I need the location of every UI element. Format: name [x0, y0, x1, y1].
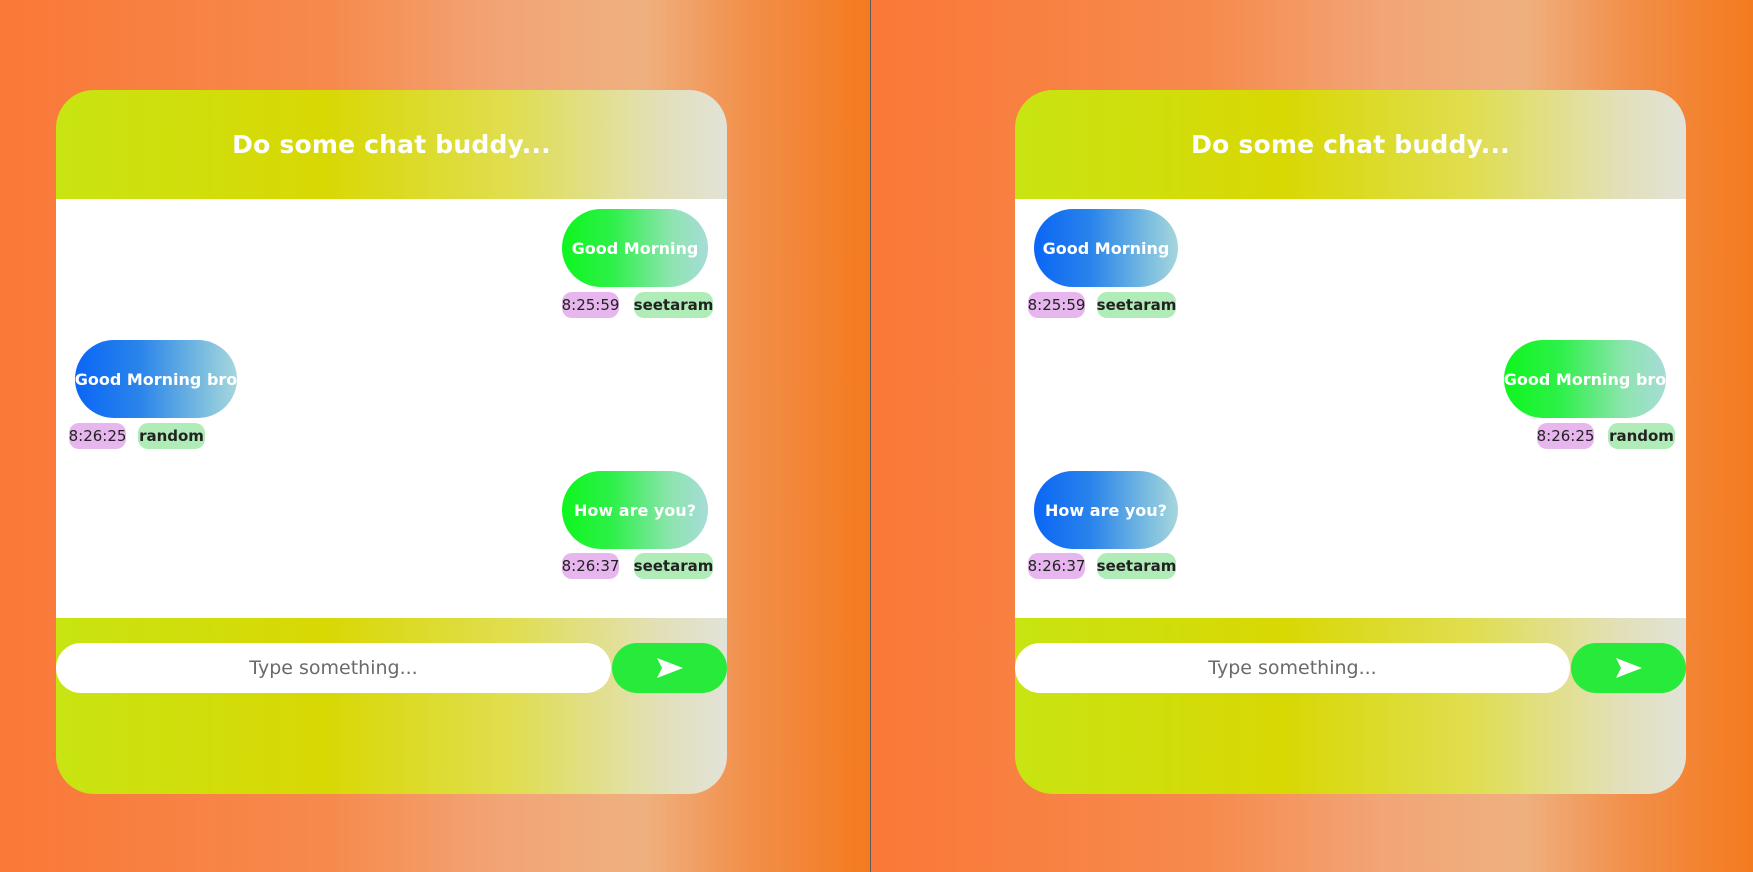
message-bubble-received: Good Morning [1034, 209, 1178, 287]
right-browser-window: Do some chat buddy... Good Morning 8:25:… [871, 0, 1753, 872]
message-list[interactable]: Good Morning 8:25:59 seetaram Good Morni… [1015, 199, 1686, 618]
send-button[interactable] [1571, 643, 1686, 693]
message-time: 8:26:37 [1028, 553, 1085, 579]
send-arrow-icon [656, 658, 683, 678]
chat-header-title: Do some chat buddy... [1191, 130, 1510, 159]
message-time: 8:26:37 [562, 553, 619, 579]
message-input[interactable] [56, 643, 611, 693]
message-list[interactable]: Good Morning 8:25:59 seetaram Good Morni… [56, 199, 727, 618]
left-browser-window: Do some chat buddy... Good Morning 8:25:… [0, 0, 870, 872]
message-user: seetaram [1097, 292, 1176, 318]
message-time: 8:25:59 [562, 292, 619, 318]
message-time: 8:25:59 [1028, 292, 1085, 318]
chat-container: Do some chat buddy... Good Morning 8:25:… [1015, 90, 1686, 794]
message-user: seetaram [634, 553, 713, 579]
composer-row [1015, 643, 1686, 693]
message-user: seetaram [1097, 553, 1176, 579]
message-time: 8:26:25 [1537, 423, 1594, 449]
composer-row [56, 643, 727, 693]
message-bubble-received: Good Morning bro [75, 340, 237, 418]
message-bubble-received: How are you? [1034, 471, 1178, 549]
message-bubble-sent: Good Morning bro [1504, 340, 1666, 418]
message-bubble-sent: How are you? [562, 471, 708, 549]
message-input[interactable] [1015, 643, 1570, 693]
message-user: seetaram [634, 292, 713, 318]
message-bubble-sent: Good Morning [562, 209, 708, 287]
message-time: 8:26:25 [69, 423, 126, 449]
message-user: random [1608, 423, 1675, 449]
chat-container: Do some chat buddy... Good Morning 8:25:… [56, 90, 727, 794]
message-user: random [138, 423, 205, 449]
send-arrow-icon [1615, 658, 1642, 678]
chat-header-title: Do some chat buddy... [232, 130, 551, 159]
send-button[interactable] [612, 643, 727, 693]
